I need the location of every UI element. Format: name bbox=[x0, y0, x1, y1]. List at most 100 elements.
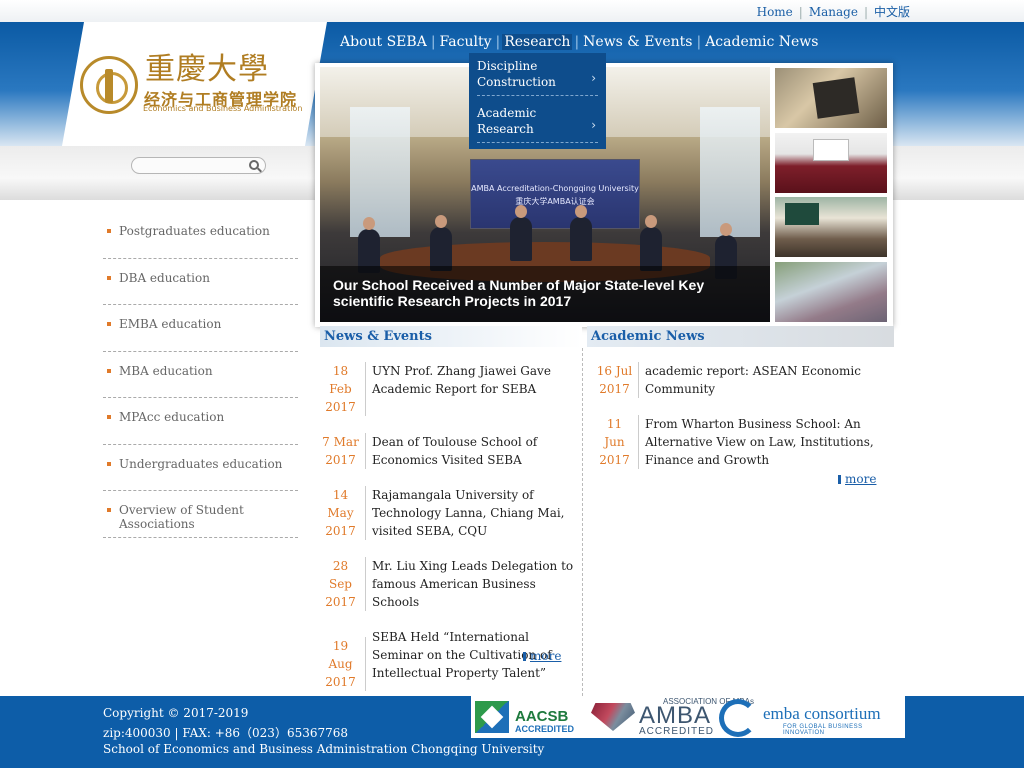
aacsb-logo-icon[interactable] bbox=[475, 701, 509, 733]
bullet-icon bbox=[107, 461, 111, 466]
research-dropdown-menu: Discipline Construction › Academic Resea… bbox=[469, 53, 606, 149]
academic-item[interactable]: 16 Jul 2017 academic report: ASEAN Econom… bbox=[595, 362, 894, 398]
news-title[interactable]: Mr. Liu Xing Leads Delegation to famous … bbox=[366, 557, 582, 611]
sidebar-item-mpacc[interactable]: MPAcc education bbox=[103, 398, 298, 445]
main-nav: About SEBA | Faculty | Research | News & Event… bbox=[338, 34, 820, 50]
news-title[interactable]: Dean of Toulouse School of Economics Vis… bbox=[366, 433, 582, 469]
news-date: 19 Aug 2017 bbox=[320, 637, 366, 691]
chevron-right-icon: › bbox=[591, 71, 596, 85]
separator: | bbox=[863, 5, 868, 19]
bullet-icon bbox=[107, 508, 111, 512]
academic-title[interactable]: academic report: ASEAN Economic Communit… bbox=[639, 362, 894, 398]
nav-academic-news[interactable]: Academic News bbox=[703, 34, 820, 50]
photo-person bbox=[510, 205, 532, 261]
footer: Copyright © 2017-2019 zip:400030 | FAX: … bbox=[0, 696, 1024, 768]
sidebar-item-postgraduates[interactable]: Postgraduates education bbox=[103, 212, 298, 259]
news-item[interactable]: 28 Sep 2017 Mr. Liu Xing Leads Delegation… bbox=[320, 557, 582, 611]
academic-date: 11 Jun 2017 bbox=[595, 415, 639, 469]
news-date: 28 Sep 2017 bbox=[320, 557, 366, 611]
top-links: Home | Manage | 中文版 bbox=[757, 3, 910, 20]
emba-consortium-sub-label: FOR GLOBAL BUSINESS INNOVATION bbox=[783, 724, 863, 736]
nav-separator: | bbox=[430, 34, 436, 50]
search-icon[interactable] bbox=[249, 160, 259, 170]
amba-diamond-icon[interactable] bbox=[591, 703, 635, 731]
bullet-icon bbox=[107, 275, 111, 280]
news-date: 18 Feb 2017 bbox=[320, 362, 366, 416]
menu-item-discipline-construction[interactable]: Discipline Construction › bbox=[477, 55, 598, 96]
news-title[interactable]: UYN Prof. Zhang Jiawei Gave Academic Rep… bbox=[366, 362, 582, 398]
academic-news-heading[interactable]: Academic News bbox=[587, 326, 894, 347]
footer-contact: zip:400030 | FAX: +86（023）65367768 bbox=[103, 726, 349, 740]
nav-about-seba[interactable]: About SEBA bbox=[338, 34, 429, 50]
search-input[interactable] bbox=[140, 163, 250, 178]
emba-consortium-c-icon[interactable] bbox=[719, 699, 757, 737]
sidebar-item-student-associations[interactable]: Overview of Student Associations bbox=[103, 491, 298, 538]
photo-window bbox=[700, 107, 760, 237]
sidebar-item-label: EMBA education bbox=[119, 317, 222, 331]
nav-news-events[interactable]: News & Events bbox=[581, 34, 694, 50]
sidebar-item-mba[interactable]: MBA education bbox=[103, 352, 298, 398]
sidebar-item-undergraduates[interactable]: Undergraduates education bbox=[103, 445, 298, 491]
amba-sub-label: ACCREDITED bbox=[639, 726, 715, 737]
academic-date: 16 Jul 2017 bbox=[595, 362, 639, 398]
manage-link[interactable]: Manage bbox=[809, 5, 858, 19]
sidebar-item-emba[interactable]: EMBA education bbox=[103, 305, 298, 352]
news-events-heading[interactable]: News & Events bbox=[320, 326, 582, 347]
news-title[interactable]: Rajamangala University of Technology Lan… bbox=[366, 486, 582, 540]
academic-news-list: 16 Jul 2017 academic report: ASEAN Econom… bbox=[595, 362, 894, 486]
nav-faculty[interactable]: Faculty bbox=[438, 34, 494, 50]
photo-person bbox=[640, 215, 662, 271]
photo-person bbox=[570, 205, 592, 261]
news-more-link[interactable]: more bbox=[523, 649, 561, 663]
news-item[interactable]: 7 Mar 2017 Dean of Toulouse School of Eco… bbox=[320, 433, 582, 469]
logo-calligraphy[interactable]: 重慶大學 bbox=[145, 44, 269, 88]
photo-banner: AMBA Accreditation-Chongqing University … bbox=[470, 159, 640, 229]
slideshow-thumbnail-2[interactable] bbox=[775, 133, 887, 193]
photo-person bbox=[430, 215, 452, 271]
banner-line-2: 重庆大学AMBA认证会 bbox=[515, 197, 595, 206]
nav-separator: | bbox=[495, 34, 501, 50]
aacsb-label[interactable]: AACSB bbox=[515, 708, 568, 725]
slideshow-thumbnail-1[interactable] bbox=[775, 68, 887, 128]
news-date: 14 May 2017 bbox=[320, 486, 366, 540]
bullet-icon bbox=[107, 322, 111, 326]
chevron-right-icon: › bbox=[591, 118, 596, 132]
sidebar-item-label: Overview of Student Associations bbox=[119, 503, 244, 531]
news-item[interactable]: 18 Feb 2017 UYN Prof. Zhang Jiawei Gave A… bbox=[320, 362, 582, 416]
education-sidebar: Postgraduates education DBA education EM… bbox=[103, 212, 298, 538]
emba-consortium-label[interactable]: emba consortium bbox=[763, 704, 881, 724]
slideshow-caption[interactable]: Our School Received a Number of Major St… bbox=[320, 266, 770, 322]
university-seal-icon[interactable] bbox=[80, 56, 138, 114]
nav-separator: | bbox=[574, 34, 580, 50]
nav-separator: | bbox=[696, 34, 702, 50]
sidebar-item-label: MPAcc education bbox=[119, 410, 225, 424]
sidebar-item-label: DBA education bbox=[119, 270, 210, 285]
menu-item-academic-research[interactable]: Academic Research › bbox=[477, 102, 598, 143]
footer-copyright: Copyright © 2017-2019 bbox=[103, 706, 249, 720]
slideshow-thumbnail-3[interactable] bbox=[775, 197, 887, 257]
academic-item[interactable]: 11 Jun 2017 From Wharton Business School:… bbox=[595, 415, 894, 469]
academic-title[interactable]: From Wharton Business School: An Alterna… bbox=[639, 415, 894, 469]
home-link[interactable]: Home bbox=[757, 5, 793, 19]
sidebar-item-dba[interactable]: DBA education bbox=[103, 259, 298, 305]
news-item[interactable]: 14 May 2017 Rajamangala University of Tec… bbox=[320, 486, 582, 540]
bullet-icon bbox=[107, 368, 111, 373]
nav-research[interactable]: Research bbox=[502, 34, 573, 50]
academic-more-link[interactable]: more bbox=[838, 472, 876, 486]
footer-school: School of Economics and Business Adminis… bbox=[103, 742, 545, 756]
menu-item-label: Discipline Construction bbox=[477, 59, 556, 89]
sidebar-item-label: MBA education bbox=[119, 363, 213, 378]
aacsb-sub-label: ACCREDITED bbox=[515, 724, 575, 734]
slideshow-thumbnail-4[interactable] bbox=[775, 262, 887, 322]
news-date: 7 Mar 2017 bbox=[320, 433, 366, 469]
chinese-version-link[interactable]: 中文版 bbox=[874, 5, 910, 19]
sidebar-item-label: Postgraduates education bbox=[119, 224, 270, 238]
accreditation-logos: AACSB ACCREDITED ASSOCIATION OF MBAs AMB… bbox=[471, 696, 905, 738]
menu-item-label: Academic Research bbox=[477, 106, 537, 136]
separator: | bbox=[798, 5, 803, 19]
sidebar-item-label: Undergraduates education bbox=[119, 456, 283, 471]
search-box bbox=[131, 157, 266, 178]
logo-name-en[interactable]: Economics and Business Administration bbox=[143, 104, 302, 113]
column-divider bbox=[582, 348, 583, 696]
banner-line-1: AMBA Accreditation-Chongqing University bbox=[471, 184, 639, 193]
